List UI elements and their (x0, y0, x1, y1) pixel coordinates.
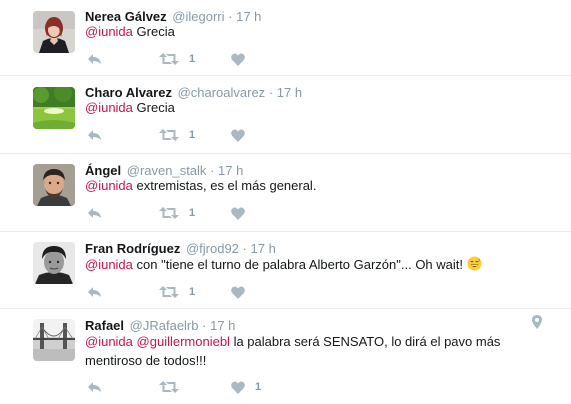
retweet-icon (159, 286, 179, 298)
tweet-item[interactable]: Rafael @JRafaelrb · 17 h @iunida @guille… (0, 309, 571, 404)
retweet-count: 1 (189, 53, 196, 65)
tweet-actions: 1 (85, 283, 385, 301)
avatar[interactable] (33, 164, 75, 206)
tweet-text: @iunida @guillermoniebl la palabra será … (85, 332, 545, 370)
reply-button[interactable] (87, 50, 103, 68)
tweet-actions: 1 (85, 378, 385, 396)
reply-icon (88, 382, 101, 392)
avatar[interactable] (33, 87, 75, 129)
heart-icon (231, 207, 245, 220)
like-button[interactable] (231, 283, 255, 301)
tweet-text: @iunida con "tiene el turno de palabra A… (85, 255, 545, 274)
retweet-count: 1 (189, 207, 196, 219)
tweet-item[interactable]: Charo Alvarez @charoalvarez · 17 h @iuni… (0, 76, 571, 154)
location-pin-icon[interactable] (532, 315, 542, 329)
tweet-text: @iunida extremistas, es el más general. (85, 176, 545, 195)
tweet-body: extremistas, es el más general. (136, 178, 317, 193)
tweet-body: con "tiene el turno de palabra Alberto G… (136, 257, 464, 272)
retweet-button[interactable]: 1 (159, 50, 195, 68)
retweet-count: 1 (189, 129, 196, 141)
retweet-button[interactable] (159, 378, 189, 396)
reply-button[interactable] (87, 378, 103, 396)
mention-link[interactable]: @iunida (85, 257, 133, 272)
retweet-icon (159, 207, 179, 219)
reply-icon (88, 208, 101, 218)
timestamp[interactable]: 17 h (251, 241, 276, 256)
tweet-text: @iunida Grecia (85, 98, 545, 117)
tweet-actions: 1 (85, 50, 385, 68)
tweet-header: Rafael @JRafaelrb · 17 h (85, 318, 235, 333)
author-name[interactable]: Fran Rodríguez (85, 241, 180, 256)
like-button[interactable] (231, 204, 255, 222)
retweet-icon (159, 129, 179, 141)
heart-icon (231, 381, 245, 394)
like-button[interactable]: 1 (231, 378, 261, 396)
reply-button[interactable] (87, 126, 103, 144)
reply-icon (88, 287, 101, 297)
retweet-icon (159, 381, 179, 393)
separator-dot: · (242, 241, 247, 256)
retweet-button[interactable]: 1 (159, 283, 195, 301)
retweet-button[interactable]: 1 (159, 204, 195, 222)
avatar[interactable] (33, 11, 75, 53)
separator-dot: · (202, 318, 207, 333)
heart-icon (231, 129, 245, 142)
tweet-body: Grecia (136, 100, 175, 115)
reply-button[interactable] (87, 283, 103, 301)
reply-icon (88, 130, 101, 140)
heart-icon (231, 286, 245, 299)
reply-button[interactable] (87, 204, 103, 222)
retweet-icon (159, 53, 179, 65)
reply-icon (88, 54, 101, 64)
author-handle[interactable]: @JRafaelrb (130, 318, 199, 333)
tweet-actions: 1 (85, 126, 385, 144)
mention-link[interactable]: @iunida (85, 24, 133, 39)
author-name[interactable]: Rafael (85, 318, 124, 333)
tweet-actions: 1 (85, 204, 385, 222)
tweet-header: Fran Rodríguez @fjrod92 · 17 h (85, 241, 276, 256)
timestamp[interactable]: 17 h (210, 318, 235, 333)
tweet-feed: Nerea Gálvez @ilegorri · 17 h @iunida Gr… (0, 0, 571, 404)
sweat-smile-emoji (467, 256, 482, 271)
retweet-count: 1 (189, 286, 196, 298)
tweet-item[interactable]: Ángel @raven_stalk · 17 h @iunida extrem… (0, 154, 571, 232)
heart-icon (231, 53, 245, 66)
tweet-text: @iunida Grecia (85, 22, 545, 41)
like-button[interactable] (231, 50, 255, 68)
mention-link[interactable]: @iunida (85, 334, 133, 349)
retweet-button[interactable]: 1 (159, 126, 195, 144)
tweet-item[interactable]: Nerea Gálvez @ilegorri · 17 h @iunida Gr… (0, 0, 571, 76)
mention-link[interactable]: @iunida (85, 100, 133, 115)
author-handle[interactable]: @fjrod92 (186, 241, 239, 256)
avatar[interactable] (33, 242, 75, 284)
like-button[interactable] (231, 126, 255, 144)
tweet-body: Grecia (136, 24, 175, 39)
like-count: 1 (255, 381, 262, 393)
avatar[interactable] (33, 319, 75, 361)
mention-link[interactable]: @iunida (85, 178, 133, 193)
tweet-item[interactable]: Fran Rodríguez @fjrod92 · 17 h @iunida c… (0, 232, 571, 309)
mention-link[interactable]: @guillermoniebl (137, 334, 230, 349)
